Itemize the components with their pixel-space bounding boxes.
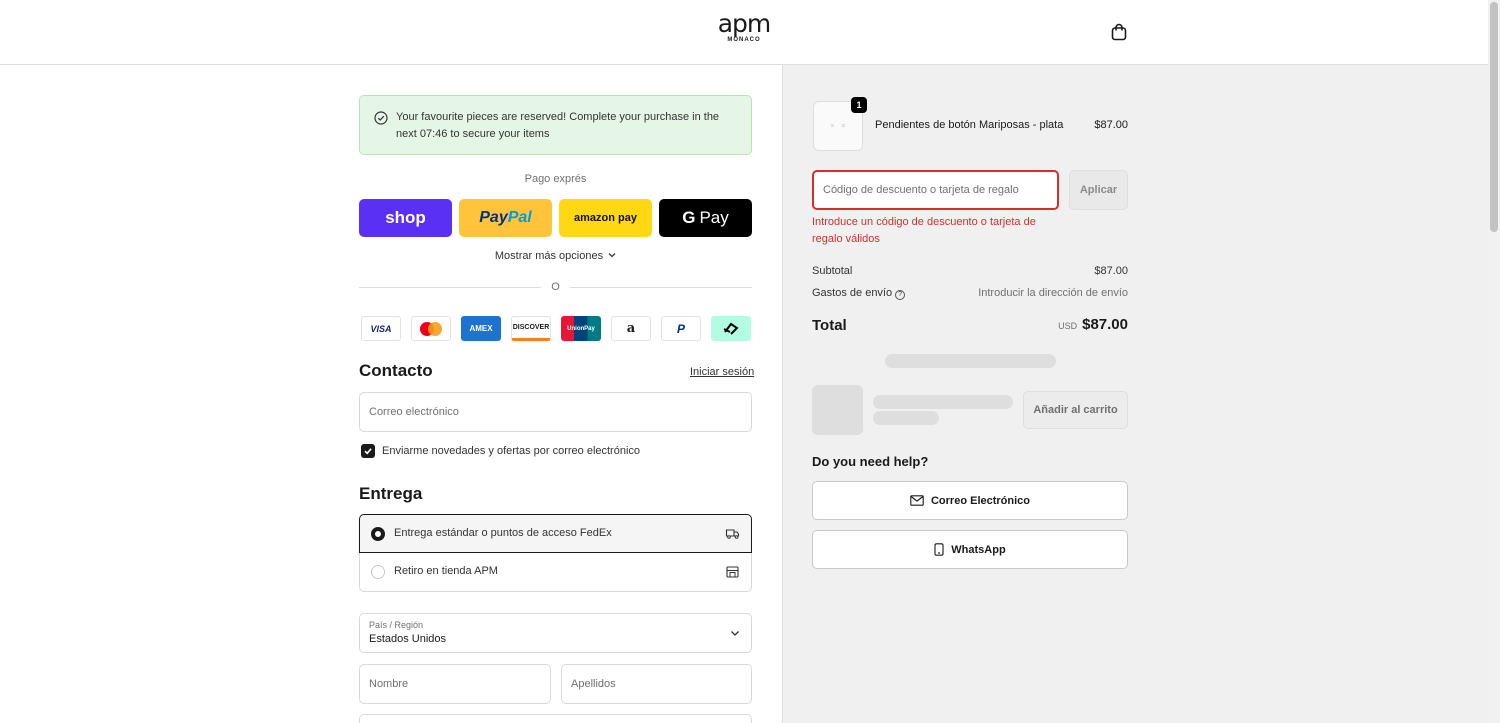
whatsapp-help-button[interactable]: WhatsApp	[812, 530, 1128, 569]
phone-icon	[934, 543, 944, 556]
show-more-options-button[interactable]: Mostrar más opciones	[359, 250, 752, 262]
delivery-title: Entrega	[359, 484, 423, 503]
first-name-field[interactable]: Nombre	[359, 664, 551, 704]
email-help-button[interactable]: Correo Electrónico	[812, 481, 1128, 520]
currency-code: USD	[1058, 321, 1078, 331]
discount-code-input[interactable]: Código de descuento o tarjeta de regalo	[812, 170, 1059, 210]
delivery-option-label: Entrega estándar o puntos de acceso FedE…	[394, 527, 612, 539]
visa-icon: VISA	[361, 316, 401, 341]
first-name-placeholder: Nombre	[369, 678, 409, 690]
unionpay-label: UnionPay	[567, 325, 595, 332]
last-name-field[interactable]: Apellidos	[561, 664, 752, 704]
total-amount: USD $87.00	[1020, 316, 1128, 333]
radio-selected[interactable]	[371, 527, 385, 541]
address-field[interactable]	[359, 714, 752, 723]
amazon-label: a	[626, 321, 636, 336]
amex-label: AMEX	[469, 324, 493, 333]
visa-label: VISA	[370, 323, 392, 334]
add-to-cart-button[interactable]: Añadir al carrito	[1023, 391, 1128, 429]
delivery-option-pickup[interactable]: Retiro en tienda APM	[359, 553, 752, 592]
express-checkout-title: Pago exprés	[524, 173, 587, 185]
google-pay-button[interactable]: G Pay	[659, 199, 752, 237]
paypal-label-pay: Pay	[479, 209, 508, 226]
help-title: Do you need help?	[812, 454, 929, 469]
paypal-label-pal: Pal	[507, 209, 532, 226]
divider-right	[570, 287, 752, 288]
shop-pay-button[interactable]: shop	[359, 199, 452, 237]
afterpay-glyph	[723, 322, 739, 335]
contact-title: Contacto	[359, 361, 433, 380]
discount-error-message: Introduce un código de descuento o tarje…	[812, 216, 1036, 245]
total-value: $87.00	[1082, 316, 1128, 333]
afterpay-icon	[711, 316, 751, 341]
delivery-option-standard[interactable]: Entrega estándar o puntos de acceso FedE…	[359, 514, 752, 553]
paypal-icon: P	[661, 316, 701, 341]
store-icon	[726, 566, 739, 578]
check-circle-icon	[374, 111, 388, 125]
amex-icon: AMEX	[461, 316, 501, 341]
or-divider-text: O	[551, 281, 560, 293]
discover-label: DISCOVER	[512, 324, 550, 331]
last-name-placeholder: Apellidos	[571, 678, 616, 690]
order-summary-panel	[782, 65, 1488, 723]
subtotal-label: Subtotal	[812, 265, 853, 277]
newsletter-label[interactable]: Enviarme novedades y ofertas por correo …	[382, 445, 640, 457]
subtotal-value: $87.00	[1094, 265, 1128, 277]
radio-unselected[interactable]	[371, 565, 385, 579]
email-field[interactable]: Correo electrónico	[359, 392, 752, 432]
notice-text: Your favourite pieces are reserved! Comp…	[396, 111, 720, 140]
chevron-down-icon	[731, 631, 739, 636]
apm-logo[interactable]: apm MONACO	[716, 9, 772, 44]
mail-icon	[910, 495, 924, 506]
shipping-value: Introducir la dirección de envío	[978, 287, 1128, 299]
paypal-button[interactable]: Pay Pal	[459, 199, 552, 237]
google-g-icon: G	[682, 208, 696, 227]
apply-discount-button[interactable]: Aplicar	[1069, 170, 1128, 210]
scrollbar-thumb[interactable]	[1490, 2, 1498, 232]
pickup-option-label: Retiro en tienda APM	[394, 565, 498, 577]
loading-text-placeholder	[873, 411, 939, 425]
reservation-notice: Your favourite pieces are reserved! Comp…	[359, 95, 752, 155]
loading-placeholder	[885, 354, 1056, 368]
total-label: Total	[812, 317, 847, 334]
loading-text-placeholder	[873, 395, 1013, 409]
delivery-truck-icon	[725, 529, 740, 539]
logo-main: apm	[717, 9, 772, 38]
page-scrollbar[interactable]	[1488, 0, 1500, 723]
chevron-down-icon	[608, 253, 616, 258]
loading-image-placeholder	[812, 385, 863, 435]
shopping-bag-icon[interactable]	[1110, 23, 1128, 41]
whatsapp-help-label: WhatsApp	[951, 543, 1006, 556]
mastercard-icon	[411, 316, 451, 341]
country-select[interactable]: País / Región Estados Unidos	[359, 613, 752, 653]
paypal-card-label: P	[676, 321, 685, 336]
more-options-label: Mostrar más opciones	[494, 250, 604, 262]
google-pay-label: Pay	[699, 208, 729, 227]
email-placeholder: Correo electrónico	[369, 406, 459, 418]
product-price: $87.00	[1094, 119, 1128, 131]
amazon-pay-button[interactable]: amazon pay	[559, 199, 652, 237]
mastercard-circles	[420, 321, 442, 336]
earring-image-icon	[830, 123, 846, 128]
unionpay-icon: UnionPay	[561, 316, 601, 341]
newsletter-checkbox[interactable]	[361, 444, 375, 458]
discover-icon: DISCOVER	[511, 316, 551, 341]
quantity-badge: 1	[851, 97, 867, 113]
question-circle-icon[interactable]: ?	[895, 290, 906, 300]
country-value: Estados Unidos	[369, 633, 447, 645]
amazon-icon: a	[611, 316, 651, 341]
shipping-label: Gastos de envío	[812, 287, 893, 299]
email-help-label: Correo Electrónico	[930, 494, 1031, 507]
amazon-pay-label: amazon pay	[574, 212, 637, 224]
discount-placeholder: Código de descuento o tarjeta de regalo	[823, 184, 1019, 196]
check-icon	[364, 448, 372, 455]
country-label: País / Región	[369, 620, 424, 630]
product-name: Pendientes de botón Mariposas - plata	[875, 119, 1064, 131]
login-link[interactable]: Iniciar sesión	[690, 366, 754, 378]
header: apm MONACO	[0, 0, 1488, 65]
shipping-row-label: Gastos de envío?	[812, 287, 906, 300]
divider-left	[359, 287, 541, 288]
shop-pay-label: shop	[385, 208, 426, 227]
